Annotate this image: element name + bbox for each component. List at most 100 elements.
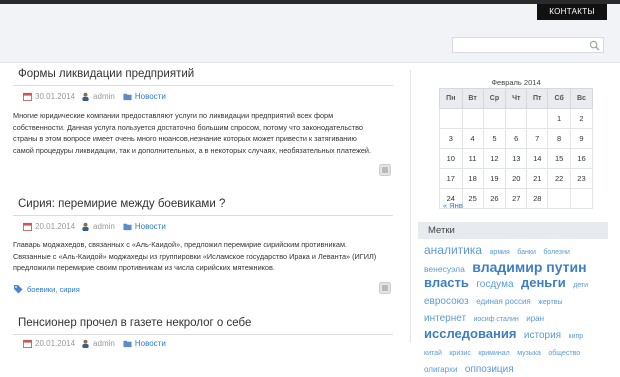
excerpt-line: Многие юридические компании предоставляю… bbox=[13, 111, 334, 120]
post-category[interactable]: Новости bbox=[135, 339, 166, 348]
calendar-empty-cell bbox=[461, 108, 484, 129]
tag-link[interactable]: деньги bbox=[521, 275, 566, 290]
tag-link[interactable]: жертвы bbox=[538, 299, 562, 306]
tag-link[interactable]: владимир путин bbox=[472, 259, 586, 275]
read-more-icon[interactable] bbox=[379, 164, 391, 176]
excerpt-line: предложили перемирие своим противникам и… bbox=[13, 263, 275, 272]
tag-link[interactable]: дети bbox=[573, 282, 588, 289]
tag-link[interactable]: власть bbox=[424, 275, 469, 290]
post-meta: 20.01.2014 admin Новости bbox=[23, 339, 166, 348]
tag-link[interactable]: общество bbox=[548, 350, 580, 357]
calendar-weekday: Пт bbox=[526, 88, 549, 109]
calendar-empty-cell bbox=[482, 108, 507, 129]
calendar-day: 8 bbox=[547, 128, 571, 149]
tag-link[interactable]: банки bbox=[517, 249, 536, 256]
excerpt-line: Связанные с «Аль-Каидой» моджахеды из гр… bbox=[13, 251, 377, 261]
post-title[interactable]: Формы ликвидации предприятий bbox=[18, 68, 194, 80]
post-excerpt: Многие юридические компании предоставляю… bbox=[13, 110, 398, 156]
tag-link[interactable]: интернет bbox=[424, 313, 466, 324]
calendar-day: 18 bbox=[461, 168, 484, 189]
calendar-week: 10 11 12 13 14 15 16 bbox=[439, 148, 594, 169]
calendar-day: 14 bbox=[526, 148, 549, 169]
tag-link[interactable]: музыка bbox=[517, 350, 541, 357]
search-input[interactable] bbox=[452, 37, 604, 53]
divider bbox=[13, 215, 393, 216]
calendar-day: 28 bbox=[526, 188, 549, 209]
post-title[interactable]: Пенсионер прочел в газете некролог о себ… bbox=[18, 317, 251, 329]
calendar-day: 10 bbox=[439, 148, 463, 169]
divider bbox=[13, 334, 393, 335]
tag-link[interactable]: единая россия bbox=[476, 297, 531, 306]
calendar-day: 9 bbox=[569, 128, 594, 149]
tag-link[interactable]: олигархи bbox=[424, 365, 457, 374]
tag-link[interactable]: армия bbox=[490, 249, 510, 256]
post-category[interactable]: Новости bbox=[135, 222, 166, 231]
tag-link[interactable]: китай bbox=[424, 350, 442, 357]
read-more-icon[interactable] bbox=[379, 282, 391, 294]
search-icon[interactable] bbox=[589, 40, 600, 51]
calendar-day: 27 bbox=[505, 188, 528, 209]
calendar-day: 21 bbox=[526, 168, 549, 189]
excerpt-line: Главарь моджахедов, связанных с «Аль-Каи… bbox=[13, 240, 347, 249]
post-excerpt: Главарь моджахедов, связанных с «Аль-Каи… bbox=[13, 239, 398, 274]
calendar-caption: Февраль 2014 bbox=[491, 78, 541, 87]
post-author[interactable]: admin bbox=[93, 339, 115, 348]
tag-link[interactable]: аналитика bbox=[424, 243, 482, 257]
calendar-day: 6 bbox=[505, 128, 528, 149]
tag-link[interactable]: история bbox=[524, 330, 561, 341]
post-author[interactable]: admin bbox=[93, 222, 115, 231]
post-date: 20.01.2014 bbox=[35, 222, 76, 231]
user-icon bbox=[82, 339, 89, 348]
excerpt-line: страны в этом вопросе имеет очень много … bbox=[13, 134, 357, 143]
calendar-day: 15 bbox=[547, 148, 571, 169]
calendar-day: 26 bbox=[482, 188, 507, 209]
calendar-day: 25 bbox=[461, 188, 484, 209]
calendar-day: 5 bbox=[482, 128, 507, 149]
calendar-icon bbox=[23, 222, 32, 231]
user-icon bbox=[82, 92, 89, 101]
tag-cloud: аналитика армия банки болезни венесуэла … bbox=[424, 243, 610, 377]
calendar-empty-cell bbox=[569, 188, 594, 209]
tag-link[interactable]: исследования bbox=[424, 326, 516, 341]
tag-link[interactable]: иран bbox=[526, 314, 544, 323]
calendar-empty-cell bbox=[439, 108, 463, 129]
calendar-week: 3456789 bbox=[439, 128, 594, 149]
tag-icon bbox=[14, 285, 23, 294]
tag-link[interactable]: оппозиция bbox=[465, 364, 514, 375]
post-tags: боевики, сирия bbox=[13, 284, 80, 294]
calendar-day: 16 bbox=[569, 148, 594, 169]
folder-icon bbox=[123, 93, 132, 101]
tag-link[interactable]: госдума bbox=[476, 279, 513, 290]
calendar-day: 1 bbox=[547, 108, 571, 129]
tag-link[interactable]: кризис bbox=[449, 350, 471, 357]
post-title[interactable]: Сирия: перемирие между боевиками ? bbox=[18, 198, 225, 210]
calendar-weekday: Вс bbox=[569, 88, 594, 109]
user-icon bbox=[82, 222, 89, 231]
calendar-day: 22 bbox=[547, 168, 571, 189]
calendar-empty-cell bbox=[505, 108, 528, 129]
post-author[interactable]: admin bbox=[93, 92, 115, 101]
site-header: КОНТАКТЫ bbox=[0, 4, 620, 63]
post-meta: 20.01.2014 admin Новости bbox=[23, 222, 166, 231]
tags-widget-title: Метки bbox=[418, 222, 608, 239]
post-date: 20.01.2014 bbox=[35, 339, 76, 348]
contacts-button[interactable]: КОНТАКТЫ bbox=[537, 4, 607, 20]
folder-icon bbox=[123, 223, 132, 231]
tag-link[interactable]: криминал bbox=[478, 350, 509, 357]
tag-link[interactable]: болезни bbox=[543, 249, 570, 256]
post-category[interactable]: Новости bbox=[135, 92, 166, 101]
tag-link[interactable]: евросоюз bbox=[424, 296, 469, 307]
tag-link[interactable]: венесуэла bbox=[424, 264, 465, 274]
calendar-prev-month-link[interactable]: « Янв bbox=[443, 201, 463, 210]
calendar-week: 12 bbox=[439, 108, 594, 129]
calendar-icon bbox=[23, 339, 32, 348]
tag-link[interactable]: кипр bbox=[569, 333, 584, 340]
calendar-week: 17 18 19 20 21 22 23 bbox=[439, 168, 594, 189]
calendar-day: 19 bbox=[482, 168, 507, 189]
post-date: 30.01.2014 bbox=[35, 92, 76, 101]
calendar-day: 13 bbox=[505, 148, 528, 169]
tag-links[interactable]: боевики, сирия bbox=[27, 285, 80, 294]
divider bbox=[13, 85, 393, 86]
tag-link[interactable]: иосиф сталин bbox=[473, 316, 518, 323]
sidebar-divider bbox=[410, 70, 411, 343]
